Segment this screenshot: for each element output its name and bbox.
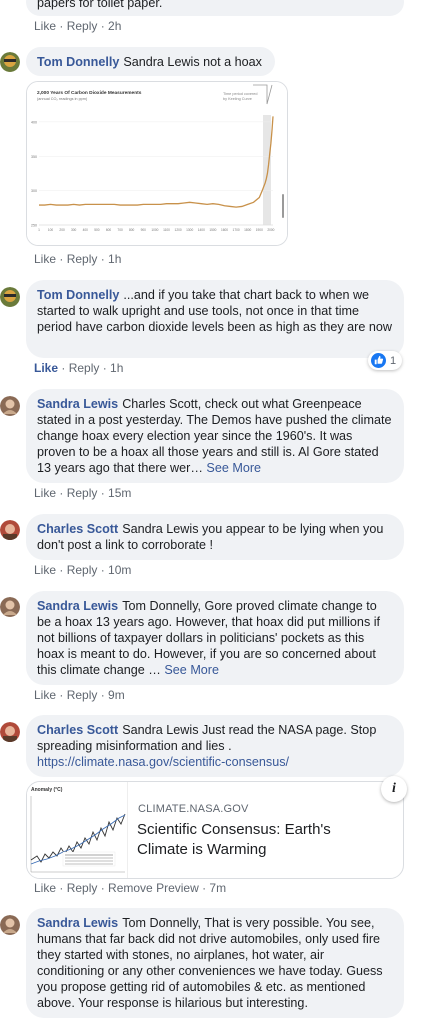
avatar[interactable] — [0, 722, 20, 742]
y-tick-label: 250 — [31, 224, 37, 228]
comment-time[interactable]: 15m — [108, 486, 131, 500]
reply-link[interactable]: Reply — [67, 252, 98, 266]
reaction-count: 1 — [390, 354, 397, 367]
comment-url-link[interactable]: https://climate.nasa.gov/scientific-cons… — [37, 755, 289, 769]
comment-bubble: Sandra Lewis Tom Donnelly, That is very p… — [26, 908, 404, 1018]
x-tick-label: 1100 — [163, 228, 170, 232]
comment-bubble: Sandra Lewis Tom Donnelly, Gore proved cl… — [26, 591, 404, 685]
x-tick-label: 500 — [94, 228, 100, 232]
comment-time[interactable]: 9m — [108, 688, 125, 702]
comment-text: Sandra Lewis not a hoax — [123, 55, 262, 69]
keeling-period-band — [263, 115, 271, 225]
avatar[interactable] — [0, 52, 20, 72]
comment-bubble: Charles Scott Sandra Lewis you appear to … — [26, 514, 404, 560]
see-more-link[interactable]: See More — [206, 461, 261, 475]
like-link[interactable]: Like — [34, 881, 56, 895]
avatar[interactable] — [0, 287, 20, 307]
comment-actions: Like · Reply · 2h — [34, 19, 122, 33]
chart-subtitle: (annual CO₂ readings in ppm) — [37, 97, 88, 101]
x-tick-label: 400 — [83, 228, 89, 232]
comment-actions: Like · Reply · 1h — [34, 252, 122, 266]
x-tick-label: 1500 — [209, 228, 216, 232]
chart-note-line1: Time period covered — [223, 92, 257, 96]
avatar[interactable] — [0, 396, 20, 416]
avatar[interactable] — [0, 915, 20, 935]
reply-link[interactable]: Reply — [67, 688, 98, 702]
y-tick-label: 400 — [31, 120, 37, 124]
co2-chart: 2,000 Years Of Carbon Dioxide Measuremen… — [27, 82, 287, 245]
x-tick-label: 1600 — [221, 228, 228, 232]
link-title: Scientific Consensus: Earth's Climate is… — [137, 821, 331, 858]
x-tick-label: 300 — [71, 228, 77, 232]
image-scroll-indicator — [282, 194, 284, 218]
like-link[interactable]: Like — [34, 19, 56, 33]
comment-author[interactable]: Charles Scott — [37, 522, 118, 536]
x-tick-label: 1200 — [175, 228, 182, 232]
like-link[interactable]: Like — [34, 563, 56, 577]
link-domain: CLIMATE.NASA.GOV — [138, 803, 249, 815]
comment-actions: Like · Reply · 15m — [34, 486, 132, 500]
y-tick-label: 300 — [31, 189, 37, 193]
like-link-active[interactable]: Like — [34, 361, 58, 375]
comment-author[interactable]: Charles Scott — [37, 723, 118, 737]
like-link[interactable]: Like — [34, 486, 56, 500]
x-tick-label: 1 — [38, 228, 40, 232]
info-icon[interactable]: i — [381, 776, 407, 802]
like-reaction-icon — [371, 353, 386, 368]
x-tick-label: 200 — [59, 228, 65, 232]
x-tick-label: 800 — [129, 228, 135, 232]
comment-time[interactable]: 7m — [209, 881, 226, 895]
comment-time[interactable]: 2h — [108, 19, 121, 33]
chart-note-line2: by Keeling Curve — [223, 97, 252, 101]
comment-bubble: Sandra Lewis Charles Scott, check out wha… — [26, 389, 404, 483]
reply-link[interactable]: Reply — [69, 361, 100, 375]
avatar[interactable] — [0, 520, 20, 540]
comment-bubble-partial: papers for toilet paper. — [26, 0, 404, 16]
thumb-title: Anomaly (°C) — [31, 787, 63, 793]
chart-title: 2,000 Years Of Carbon Dioxide Measuremen… — [37, 90, 142, 96]
link-preview-card[interactable]: Anomaly (°C) CLIMATE.NASA.GOV Scientific… — [26, 781, 404, 879]
comment-bubble: Tom Donnelly ...and if you take that char… — [26, 280, 404, 358]
x-tick-label: 900 — [141, 228, 147, 232]
attached-chart-image[interactable]: 2,000 Years Of Carbon Dioxide Measuremen… — [26, 81, 288, 246]
like-link[interactable]: Like — [34, 688, 56, 702]
x-tick-label: 1300 — [186, 228, 193, 232]
reply-link[interactable]: Reply — [67, 881, 98, 895]
comment-author[interactable]: Sandra Lewis — [37, 916, 118, 930]
x-tick-label: 1900 — [256, 228, 263, 232]
x-tick-label: 1400 — [198, 228, 205, 232]
y-tick-label: 350 — [31, 155, 37, 159]
comment-bubble: Charles Scott Sandra Lewis Just read the … — [26, 715, 404, 777]
reply-link[interactable]: Reply — [67, 563, 98, 577]
comment-time[interactable]: 10m — [108, 563, 131, 577]
comment-time[interactable]: 1h — [110, 361, 123, 375]
avatar[interactable] — [0, 597, 20, 617]
see-more-link[interactable]: See More — [164, 663, 219, 677]
comment-actions: Like · Reply · Remove Preview · 7m — [34, 881, 227, 895]
x-tick-label: 1000 — [151, 228, 158, 232]
comment-actions: Like · Reply · 1h — [34, 361, 124, 375]
x-tick-label: 700 — [117, 228, 123, 232]
comment-bubble: Tom Donnelly Sandra Lewis not a hoax — [26, 47, 275, 76]
reply-link[interactable]: Reply — [67, 19, 98, 33]
comment-text: Tom Donnelly, That is very possible. You… — [37, 916, 383, 1010]
comment-author[interactable]: Tom Donnelly — [37, 55, 119, 69]
comment-author[interactable]: Sandra Lewis — [37, 397, 118, 411]
x-tick-label: 1700 — [233, 228, 240, 232]
reply-link[interactable]: Reply — [67, 486, 98, 500]
remove-preview-link[interactable]: Remove Preview — [108, 881, 199, 895]
comment-actions: Like · Reply · 10m — [34, 563, 132, 577]
x-tick-label: 2000 — [267, 228, 274, 232]
comment-author[interactable]: Sandra Lewis — [37, 599, 118, 613]
comment-actions: Like · Reply · 9m — [34, 688, 125, 702]
comment-author[interactable]: Tom Donnelly — [37, 288, 119, 302]
x-tick-label: 1800 — [244, 228, 251, 232]
x-tick-label: 600 — [106, 228, 112, 232]
comment-time[interactable]: 1h — [108, 252, 121, 266]
link-thumbnail: Anomaly (°C) — [27, 782, 128, 878]
x-tick-label: 100 — [48, 228, 54, 232]
like-link[interactable]: Like — [34, 252, 56, 266]
comment-text: papers for toilet paper. — [37, 0, 163, 10]
reaction-count-badge[interactable]: 1 — [368, 351, 403, 370]
